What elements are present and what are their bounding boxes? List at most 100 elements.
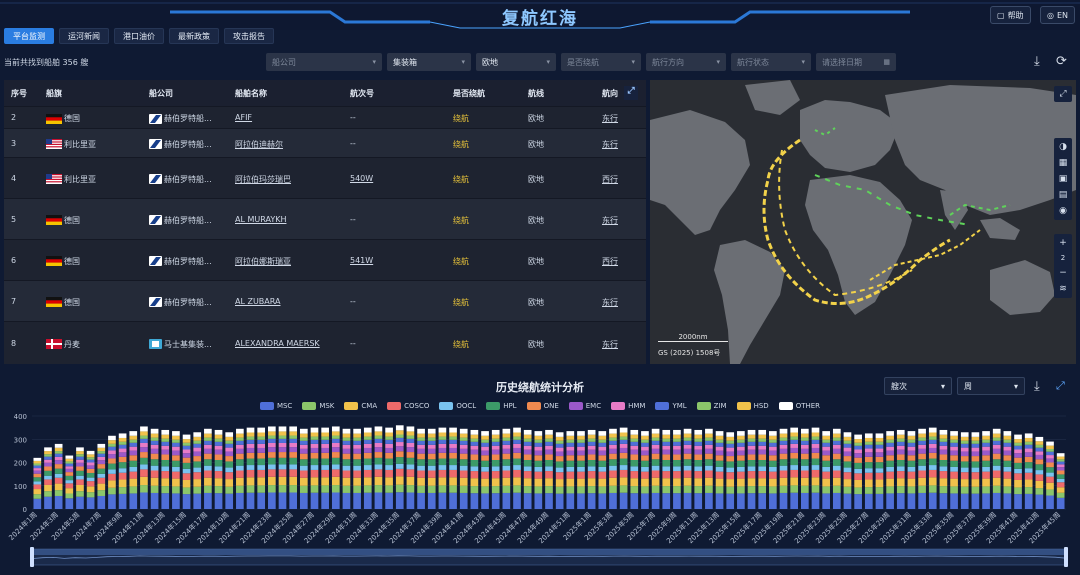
bar-segment[interactable] [417, 453, 425, 460]
bar-segment[interactable] [587, 486, 596, 494]
bar-segment[interactable] [971, 472, 980, 480]
bar-segment[interactable] [1046, 495, 1054, 509]
bar-segment[interactable] [1046, 462, 1054, 468]
bar-segment[interactable] [673, 471, 681, 479]
bar-segment[interactable] [76, 459, 84, 463]
bar-segment[interactable] [353, 477, 361, 486]
bar-segment[interactable] [630, 441, 639, 446]
bar-segment[interactable] [246, 436, 255, 440]
bar-segment[interactable] [907, 493, 916, 509]
bar-segment[interactable] [513, 439, 521, 444]
bar-segment[interactable] [811, 492, 820, 509]
bar-segment[interactable] [353, 492, 361, 509]
bar-segment[interactable] [737, 460, 745, 467]
bar-segment[interactable] [1024, 479, 1033, 488]
bar-segment[interactable] [193, 461, 202, 468]
bar-segment[interactable] [44, 447, 52, 452]
bar-segment[interactable] [896, 441, 905, 446]
bar-segment[interactable] [374, 435, 383, 439]
bar-segment[interactable] [76, 491, 84, 497]
bar-segment[interactable] [321, 452, 329, 459]
bar-segment[interactable] [651, 485, 660, 493]
bar-segment[interactable] [438, 447, 447, 453]
bar-segment[interactable] [289, 452, 298, 458]
bar-segment[interactable] [1046, 472, 1054, 477]
bar-segment[interactable] [129, 431, 138, 436]
bar-segment[interactable] [982, 439, 990, 443]
bar-segment[interactable] [534, 471, 543, 479]
bar-segment[interactable] [406, 452, 415, 458]
bar-segment[interactable] [726, 440, 735, 444]
bar-segment[interactable] [172, 471, 180, 479]
bar-segment[interactable] [864, 452, 873, 457]
bar-segment[interactable] [353, 433, 361, 438]
bar-segment[interactable] [662, 459, 671, 467]
bar-segment[interactable] [534, 478, 543, 487]
bar-segment[interactable] [886, 446, 894, 451]
bar-segment[interactable] [204, 485, 212, 493]
bar-segment[interactable] [289, 492, 298, 509]
bar-segment[interactable] [854, 449, 862, 454]
bar-segment[interactable] [779, 433, 788, 438]
bar-segment[interactable] [353, 448, 361, 454]
bar-segment[interactable] [918, 428, 926, 434]
bar-segment[interactable] [97, 447, 106, 452]
bar-segment[interactable] [470, 449, 479, 455]
bar-segment[interactable] [982, 455, 990, 461]
bar-segment[interactable] [598, 431, 607, 436]
bar-segment[interactable] [268, 485, 276, 493]
bar-segment[interactable] [268, 431, 276, 436]
bar-segment[interactable] [790, 469, 799, 478]
bar-segment[interactable] [299, 428, 308, 434]
bar-segment[interactable] [1056, 487, 1065, 493]
bar-segment[interactable] [214, 438, 223, 442]
bar-segment[interactable] [513, 452, 521, 459]
bar-segment[interactable] [918, 485, 926, 493]
bar-segment[interactable] [331, 464, 340, 470]
bar-segment[interactable] [225, 467, 234, 473]
bar-segment[interactable] [374, 452, 383, 458]
bar-segment[interactable] [864, 493, 873, 509]
bar-segment[interactable] [811, 427, 820, 433]
bar-segment[interactable] [843, 451, 852, 457]
bar-segment[interactable] [97, 456, 106, 461]
bar-segment[interactable] [246, 452, 255, 459]
bar-segment[interactable] [939, 459, 948, 467]
bar-segment[interactable] [374, 431, 383, 436]
bar-segment[interactable] [374, 426, 383, 432]
bar-segment[interactable] [427, 428, 436, 434]
bar-segment[interactable] [587, 454, 596, 460]
bar-segment[interactable] [331, 442, 340, 448]
bar-segment[interactable] [854, 487, 862, 495]
bar-segment[interactable] [928, 432, 937, 437]
bar-segment[interactable] [673, 441, 681, 446]
bar-segment[interactable] [982, 486, 990, 494]
bar-segment[interactable] [33, 477, 42, 482]
bar-segment[interactable] [896, 449, 905, 455]
language-button[interactable]: ◎ EN [1040, 6, 1076, 24]
bar-segment[interactable] [374, 464, 383, 470]
bar-segment[interactable] [331, 431, 340, 436]
bar-segment[interactable] [129, 486, 138, 494]
bar-segment[interactable] [811, 458, 820, 466]
bar-segment[interactable] [758, 478, 767, 487]
bar-segment[interactable] [598, 471, 607, 479]
bar-segment[interactable] [1035, 480, 1044, 489]
bar-segment[interactable] [204, 444, 212, 449]
bar-segment[interactable] [992, 485, 1001, 493]
bar-segment[interactable] [257, 427, 266, 433]
bar-segment[interactable] [268, 442, 276, 448]
bar-segment[interactable] [886, 435, 894, 440]
bar-segment[interactable] [971, 456, 980, 462]
bar-segment[interactable] [65, 458, 74, 462]
bar-segment[interactable] [737, 439, 745, 443]
status-select[interactable]: 航行状态 ▾ [731, 53, 811, 71]
bar-segment[interactable] [395, 437, 404, 443]
bar-segment[interactable] [683, 440, 692, 445]
bar-segment[interactable] [395, 492, 404, 509]
bar-segment[interactable] [214, 478, 223, 487]
bar-segment[interactable] [534, 450, 543, 456]
bar-segment[interactable] [76, 470, 84, 476]
bar-segment[interactable] [694, 441, 703, 446]
expand-table-icon[interactable]: ⤢ [624, 86, 638, 100]
